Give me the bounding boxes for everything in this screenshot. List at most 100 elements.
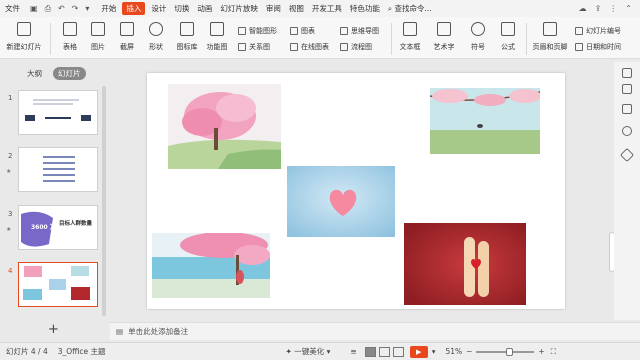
relation-graph-icon	[238, 42, 246, 51]
shape-icon	[149, 22, 163, 36]
beautify-button[interactable]: ✦ 一键美化 ▾	[286, 346, 331, 357]
add-slide-button[interactable]: +	[48, 322, 59, 337]
undo-icon[interactable]: ↶	[58, 4, 65, 13]
slide-number-button[interactable]: 幻灯片编号	[575, 25, 621, 36]
zoom-out-icon[interactable]: −	[466, 347, 472, 356]
omega-icon	[471, 22, 485, 36]
new-slide-button[interactable]: 新建幻灯片	[2, 17, 46, 52]
mind-map-button[interactable]: 思维导图	[340, 25, 379, 36]
print-icon[interactable]: ⎙	[45, 4, 51, 14]
symbol-button[interactable]: 符号	[464, 17, 492, 52]
help-icon[interactable]	[622, 126, 632, 136]
beautify-icon: ✦	[285, 347, 292, 356]
date-time-button[interactable]: 日期和时间	[575, 41, 621, 52]
tab-review[interactable]: 审阅	[262, 0, 285, 17]
collapse-ribbon-icon[interactable]: ⌃	[625, 4, 632, 13]
function-graph-icon	[210, 22, 224, 36]
slide-4-preview	[23, 266, 90, 300]
slide-4[interactable]	[147, 73, 565, 309]
wordart-icon	[437, 22, 451, 36]
tab-features[interactable]: 特色功能	[346, 0, 384, 17]
file-menu[interactable]: 文件	[0, 0, 24, 17]
tab-outline[interactable]: 大纲	[22, 67, 47, 80]
smart-art-button[interactable]: 智能图形	[238, 25, 277, 36]
textbox-icon	[403, 22, 417, 36]
tab-home[interactable]: 开始	[97, 0, 120, 17]
picture-button[interactable]: 图片	[84, 17, 112, 52]
table-button[interactable]: 表格	[56, 17, 84, 52]
zoom-level[interactable]: 51%	[445, 347, 462, 356]
chevron-down-icon[interactable]: ▾	[85, 4, 89, 13]
share-icon[interactable]: ⇪	[595, 4, 602, 13]
fit-window-icon[interactable]: ⛶	[551, 347, 556, 357]
tab-developer[interactable]: 开发工具	[308, 0, 346, 17]
scissors-icon	[120, 22, 134, 36]
menu-icon[interactable]: ≡	[350, 347, 356, 356]
redo-icon[interactable]: ↷	[72, 4, 79, 13]
properties-icon[interactable]	[622, 104, 632, 114]
cloud-icon[interactable]: ☁	[579, 4, 587, 13]
slide-thumbnail-1[interactable]	[18, 90, 98, 135]
more-icon[interactable]: ⋮	[609, 4, 617, 13]
slide-1-preview	[25, 99, 91, 121]
zoom-slider[interactable]	[476, 347, 535, 356]
tab-slideshow[interactable]: 幻灯片放映	[216, 0, 262, 17]
chevron-down-icon[interactable]: ▾	[432, 347, 436, 356]
thumbnail-scrollbar[interactable]	[102, 86, 106, 316]
left-pane-tabs: 大纲 幻灯片	[0, 64, 110, 82]
screenshot-button[interactable]: 截屏	[113, 17, 141, 52]
tab-insert[interactable]: 插入	[122, 2, 146, 15]
relation-graph-button[interactable]: 关系图	[238, 41, 270, 52]
save-icon[interactable]: ▣	[30, 4, 38, 13]
search-command[interactable]: ⌕ 查找命令...	[384, 0, 436, 17]
new-slide-icon	[17, 22, 31, 36]
tab-animation[interactable]: 动画	[193, 0, 216, 17]
zoom-slider-knob[interactable]	[506, 347, 514, 356]
normal-view-button[interactable]	[364, 346, 376, 357]
tab-design[interactable]: 设计	[147, 0, 170, 17]
slide-sorter-button[interactable]	[378, 346, 390, 357]
shape-button[interactable]: 形状	[142, 17, 170, 52]
icon-library-button[interactable]: 图标库	[172, 17, 202, 52]
picture-finger-couple[interactable]	[404, 223, 526, 305]
object-select-icon[interactable]	[622, 84, 632, 94]
picture-cherry-branch-bird[interactable]	[430, 88, 540, 154]
flowchart-icon	[340, 42, 348, 51]
header-footer-button[interactable]: 页眉和页脚	[528, 17, 572, 52]
tab-transition[interactable]: 切换	[170, 0, 193, 17]
animation-star-icon: ★	[6, 226, 12, 233]
zoom-in-icon[interactable]: +	[538, 347, 544, 356]
window-controls: ☁ ⇪ ⋮ ⌃	[579, 4, 640, 13]
slide-thumbnail-3[interactable]: 3600 万 目标人群数量	[18, 205, 98, 250]
formula-button[interactable]: 公式	[494, 17, 522, 52]
slide-number: 4	[8, 267, 13, 275]
mind-map-icon	[340, 26, 348, 35]
slide-number-icon	[575, 26, 583, 35]
backup-icon[interactable]	[619, 147, 635, 163]
slide-2-preview	[43, 156, 75, 182]
notes-bar[interactable]: ▤ 单击此处添加备注	[110, 322, 640, 340]
play-button[interactable]: ▶	[409, 345, 428, 358]
theme-name[interactable]: 3_Office 主题	[58, 346, 106, 357]
chart-button[interactable]: 图表	[290, 25, 315, 36]
menu-bar: 文件 ▣ ⎙ ↶ ↷ ▾ 开始 插入 设计 切换 动画 幻灯片放映 审阅 视图 …	[0, 0, 640, 17]
pi-icon	[501, 22, 515, 36]
wordart-button[interactable]: 艺术字	[428, 17, 460, 52]
slide-thumbnail-4[interactable]	[18, 262, 98, 307]
tab-view[interactable]: 视图	[285, 0, 308, 17]
collapse-icon[interactable]	[622, 68, 632, 78]
picture-cherry-tree-landscape[interactable]	[168, 84, 281, 169]
picture-girl-seaside[interactable]	[152, 233, 270, 298]
notes-placeholder[interactable]: 单击此处添加备注	[128, 326, 188, 337]
notes-icon: ▤	[116, 327, 124, 336]
textbox-button[interactable]: 文本框	[394, 17, 426, 52]
table-icon	[63, 22, 77, 36]
slide-thumbnail-2[interactable]	[18, 147, 98, 192]
online-chart-button[interactable]: 在线图表	[290, 41, 329, 52]
tab-slides[interactable]: 幻灯片	[53, 66, 86, 80]
flowchart-button[interactable]: 流程图	[340, 41, 372, 52]
reading-view-button[interactable]	[392, 346, 404, 357]
picture-heart-blue[interactable]	[287, 166, 395, 237]
header-footer-icon	[543, 22, 557, 36]
function-graph-button[interactable]: 功能图	[202, 17, 232, 52]
